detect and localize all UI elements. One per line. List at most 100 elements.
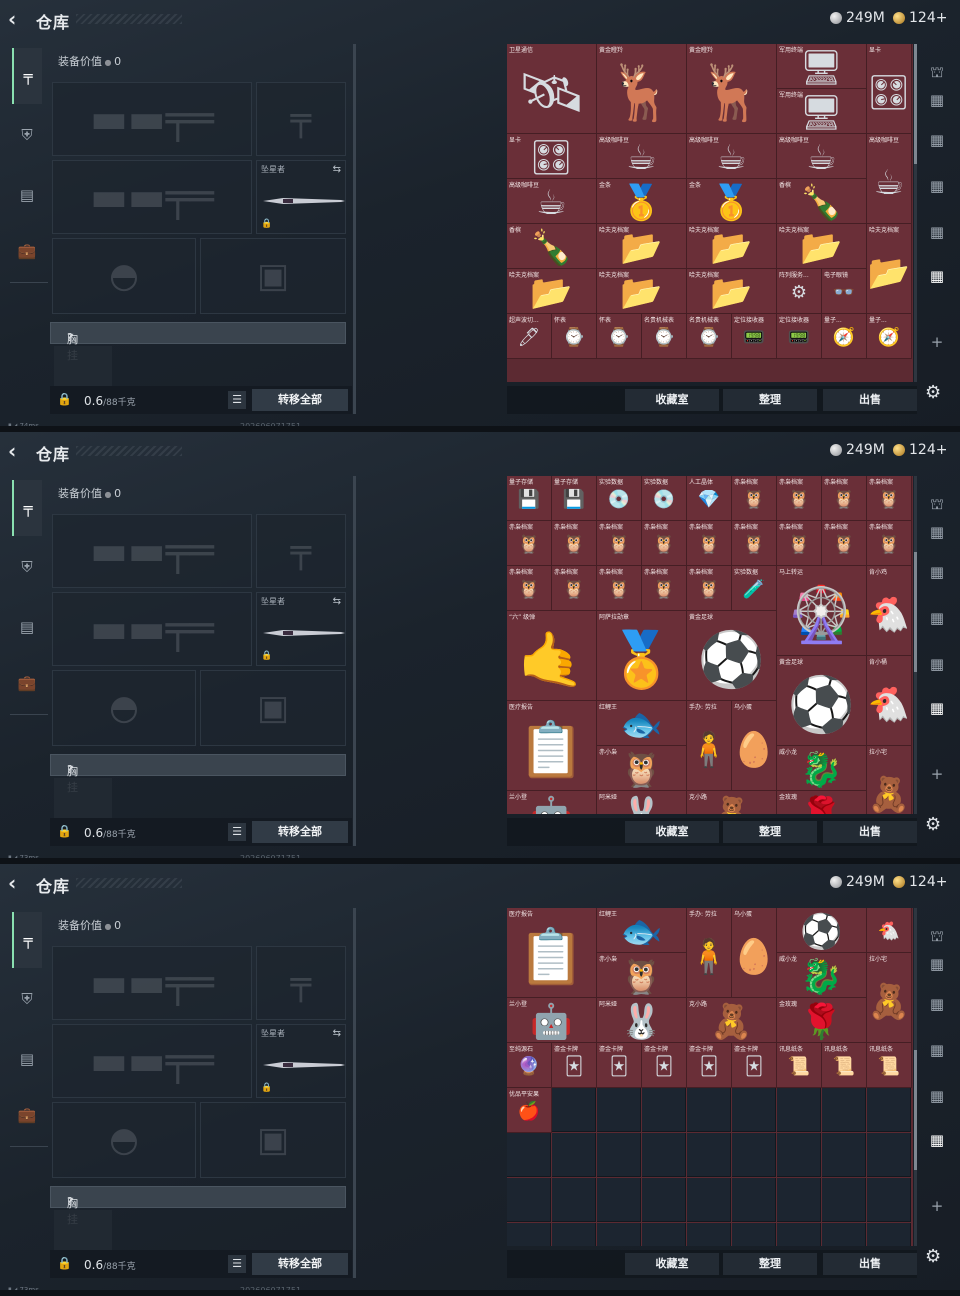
storage-tab-5-icon[interactable]: ▦ [924,694,950,722]
back-arrow-icon[interactable]: ‹ [8,440,30,462]
item-card[interactable]: 名贵机械表 ⌚ [642,314,687,359]
panel-scrollbar[interactable] [353,44,356,414]
empty-grid-cell[interactable] [822,1133,866,1177]
item-card[interactable]: 赤枭档案 🦉 [597,566,642,611]
storage-tab-4-icon[interactable]: ▦ [924,1082,950,1110]
helmet-slot[interactable]: ◓ [52,238,196,314]
storage-tab-2-icon[interactable]: ▦ [924,558,950,586]
pistol-slot[interactable]: ╤ [256,82,346,156]
item-card[interactable]: 阿米娅🐰 [597,998,687,1043]
item-card[interactable]: 赤小枭 🦉 [597,746,687,791]
chest-rig-header[interactable]: 胸挂 ? [50,754,346,794]
item-card[interactable]: 红鲤王 🐟 [597,701,687,746]
padlock-icon[interactable]: 🔒 [57,1256,72,1270]
briefcase-icon[interactable]: 💼 [12,1098,42,1132]
item-card[interactable]: 讯息纸条 📜 [777,1043,822,1088]
help-icon[interactable]: ? [67,763,73,776]
pistol-icon[interactable]: ╤ [12,480,42,536]
item-card[interactable]: 哈夫克档案 📂 [867,224,912,314]
padlock-icon[interactable]: 🔒 [57,392,72,406]
item-card[interactable]: 讯息纸条 📜 [867,1043,912,1088]
item-card[interactable]: 赤枭档案 🦉 [507,521,552,566]
item-card[interactable]: 兰小登🤖 [507,791,597,814]
item-card[interactable]: 香槟 🍾 [777,179,867,224]
pistol-slot[interactable]: ╤ [256,514,346,588]
item-card[interactable]: 量子存储 💾 [552,476,597,521]
back-arrow-icon[interactable]: ‹ [8,872,30,894]
item-card[interactable]: 优品平安果 🍎 [507,1088,552,1133]
empty-grid-cell[interactable] [777,1088,821,1132]
transfer-all-button[interactable]: 转移全部 [252,389,348,411]
empty-grid-cell[interactable] [732,1223,776,1246]
item-card[interactable]: 高级咖啡豆 ☕ [597,134,687,179]
item-card[interactable]: 香槟 🍾 [507,224,597,269]
primary-weapon-slot[interactable]: ▬▬╤═ [52,514,252,588]
item-card[interactable]: 赤枭档案 🦉 [822,521,867,566]
grid-scrollbar[interactable] [914,476,917,814]
swap-icon[interactable]: ⇆ [333,596,341,607]
grid-scrollbar[interactable] [914,44,917,382]
back-arrow-icon[interactable]: ‹ [8,8,30,30]
swap-icon[interactable]: ⇆ [333,1028,341,1039]
item-card[interactable]: 手办: 劳拉 🧍 [687,908,732,998]
panel-scrollbar[interactable] [353,476,356,846]
empty-grid-cell[interactable] [732,1088,776,1132]
secondary-weapon-slot[interactable]: ▬▬╤═ [52,160,252,234]
helmet-slot[interactable]: ◓ [52,1102,196,1178]
item-card[interactable]: 哈夫克档案 📂 [777,224,867,269]
padlock-icon[interactable]: 🔒 [57,824,72,838]
primary-weapon-slot[interactable]: ▬▬╤═ [52,82,252,156]
item-card[interactable]: 定位接收器 📟 [732,314,777,359]
item-card[interactable]: “六” 级弹 🤙 [507,611,597,701]
item-card[interactable]: 哈夫克档案 📂 [687,269,777,314]
grid-scrollbar[interactable] [914,908,917,1246]
armor-icon[interactable]: ⛨ [12,550,42,584]
item-card[interactable]: 哈夫克档案 📂 [597,224,687,269]
sort-button[interactable]: 整理 [723,821,817,843]
add-tab-icon[interactable]: + [924,328,950,356]
item-card[interactable]: 赤枭档案 🦉 [732,521,777,566]
container-tab-icon[interactable]: ⛫ [924,490,950,518]
briefcase-icon[interactable]: 💼 [12,234,42,268]
melee-slot[interactable]: 坠星者 ⇆ 🔒 [256,592,346,666]
item-card[interactable]: 手办: 劳拉 🧍 [687,701,732,791]
empty-grid-cell[interactable] [642,1178,686,1222]
item-card[interactable]: 实验数据 💿 [597,476,642,521]
primary-weapon-slot[interactable]: ▬▬╤═ [52,946,252,1020]
item-card[interactable]: 黄金足球 ⚽ [777,656,867,746]
helmet-slot[interactable]: ◓ [52,670,196,746]
empty-grid-cell[interactable] [867,1178,911,1222]
storage-tab-4-icon[interactable]: ▦ [924,650,950,678]
empty-grid-cell[interactable] [777,1223,821,1246]
grid-scroll-thumb[interactable] [914,552,917,673]
armor-slot[interactable]: ▣ [200,670,346,746]
item-card[interactable]: 实验数据 🧪 [732,566,777,611]
item-card[interactable]: 军用终端 🖥 [777,44,867,89]
empty-grid-cell[interactable] [507,1178,551,1222]
storage-tab-3-icon[interactable]: ▦ [924,604,950,632]
help-icon[interactable]: ? [67,1195,73,1208]
chest-rig-slot[interactable] [54,346,112,386]
storage-tab-2-icon[interactable]: ▦ [924,990,950,1018]
chest-rig-header[interactable]: 胸挂 ? [50,322,346,362]
item-card[interactable]: 哈夫克档案 📂 [687,224,777,269]
item-card[interactable]: 黄金足球 ⚽ [687,611,777,701]
item-card[interactable]: 高级咖啡豆 ☕ [687,134,777,179]
item-card[interactable]: 金玫瑰🌹 [777,791,867,814]
item-card[interactable]: 乌小蛋 🥚 [732,701,777,791]
item-card[interactable]: 🐔 [867,908,912,953]
collection-room-button[interactable]: 收藏室 [625,389,719,411]
item-card[interactable]: 哈夫克档案 📂 [507,269,597,314]
secondary-weapon-slot[interactable]: ▬▬╤═ [52,592,252,666]
transfer-all-button[interactable]: 转移全部 [252,1253,348,1275]
armor-slot[interactable]: ▣ [200,1102,346,1178]
item-card[interactable]: ⚽ [777,908,867,953]
empty-grid-cell[interactable] [597,1133,641,1177]
item-card[interactable]: 赤枭档案 🦉 [777,521,822,566]
storage-tab-1-icon[interactable]: ▦ [924,950,950,978]
item-card[interactable]: 鎏金卡牌 🃏 [552,1043,597,1088]
add-tab-icon[interactable]: + [924,760,950,788]
item-card[interactable]: 高级咖啡豆 ☕ [777,134,867,179]
pistol-icon[interactable]: ╤ [12,912,42,968]
empty-grid-cell[interactable] [822,1223,866,1246]
